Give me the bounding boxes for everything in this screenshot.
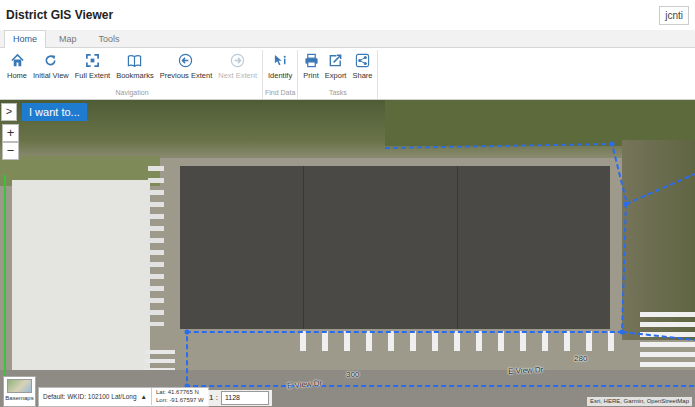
ribbon-group: Print Export Share Tasks	[298, 50, 378, 99]
ribbon-button-label: Identify	[268, 71, 292, 80]
ribbon-button-label: Export	[325, 71, 347, 80]
next-extent-icon	[218, 53, 257, 68]
roof-section	[457, 166, 611, 329]
ribbon-toolbar: Home Initial View Full Extent Bookmarks Prev…	[0, 48, 695, 100]
ribbon-button-label: Previous Extent	[160, 71, 213, 80]
street-label: E View Dr	[287, 377, 323, 392]
scale-control: 1 :1128	[206, 390, 272, 406]
ribbon-group-buttons: Home Initial View Full Extent Bookmarks Prev…	[4, 50, 260, 81]
street-label: E View Dr	[508, 364, 544, 378]
ribbon-button[interactable]: Identify	[265, 50, 295, 81]
ribbon-button[interactable]: Full Extent	[72, 50, 113, 81]
ribbon-button[interactable]: Export	[322, 50, 350, 81]
street-label: 300	[346, 369, 359, 381]
i-want-to-button[interactable]: I want to...	[22, 103, 87, 122]
ribbon-button-label: Next Extent	[218, 71, 257, 80]
tree-area	[622, 140, 695, 340]
latitude-readout: Lat: 41.67765 N	[156, 389, 204, 397]
ribbon-tab[interactable]: Home	[4, 30, 46, 48]
ribbon-group-label: Tasks	[300, 89, 375, 98]
coordinate-toggle[interactable]: ▲	[141, 392, 147, 402]
street-label: 280	[574, 353, 587, 365]
ribbon-button-label: Home	[7, 71, 27, 80]
ribbon-button: Next Extent	[215, 50, 260, 81]
coordinate-system: Default: WKID: 102100 Lat/Long	[43, 392, 137, 402]
map-attribution: Esri, HERE, Garmin, OpenStreetMap	[587, 397, 692, 406]
home-icon	[7, 53, 27, 68]
ribbon-button[interactable]: Home	[4, 50, 30, 81]
roof-section	[180, 166, 303, 329]
scale-input[interactable]: 1128	[221, 391, 269, 405]
bookmarks-icon	[116, 53, 154, 68]
ribbon-group-label: Find Data	[265, 89, 295, 98]
loading-trucks	[300, 331, 620, 351]
scale-prefix: 1 :	[209, 392, 218, 404]
ribbon-button[interactable]: Bookmarks	[113, 50, 157, 81]
roof-section	[303, 166, 457, 329]
basemaps-button[interactable]: Basemaps	[3, 376, 36, 407]
panel-toggle-button[interactable]: >	[1, 103, 17, 121]
full-extent-icon	[75, 53, 110, 68]
ribbon-group: Identify Find Data	[263, 50, 298, 99]
app-title: District GIS Viewer	[6, 6, 113, 24]
ribbon-tabs: HomeMapTools	[0, 30, 695, 48]
basemap-thumbnail-icon	[7, 379, 32, 393]
share-icon	[352, 53, 372, 68]
lat-long-readout: Lat: 41.67765 NLon: -91.67597 W	[151, 388, 208, 405]
coordinate-system-selector[interactable]: Default: WKID: 102100 Lat/Long ▲	[39, 392, 151, 402]
ribbon-tab[interactable]: Map	[50, 30, 86, 48]
ribbon-group: Home Initial View Full Extent Bookmarks Prev…	[2, 50, 263, 99]
longitude-readout: Lon: -91.67597 W	[156, 397, 204, 405]
ribbon-group-buttons: Identify	[265, 50, 295, 81]
ribbon-button[interactable]: Previous Extent	[157, 50, 216, 81]
zoom-in-button[interactable]: +	[2, 124, 19, 142]
ribbon-group-buttons: Print Export Share	[300, 50, 375, 81]
ribbon-button-label: Share	[352, 71, 372, 80]
ribbon-button[interactable]: Share	[349, 50, 375, 81]
previous-extent-icon	[160, 53, 213, 68]
header-bar: District GIS Viewer jcnti	[0, 0, 695, 30]
zoom-out-button[interactable]: −	[2, 142, 19, 160]
ribbon-group-label: Navigation	[4, 89, 260, 98]
map-view[interactable]: E View Dr E View Dr 280 300 > I want to...+− B…	[0, 100, 695, 407]
coordinates-panel: Default: WKID: 102100 Lat/Long ▲ Lat: 41.6…	[38, 387, 209, 407]
warehouse-roof	[180, 166, 610, 329]
ribbon-button-label: Print	[303, 71, 318, 80]
user-field[interactable]: jcnti	[659, 6, 689, 25]
basemaps-label: Basemaps	[5, 395, 33, 401]
ribbon-button-label: Bookmarks	[116, 71, 154, 80]
ribbon-button-label: Full Extent	[75, 71, 110, 80]
identify-icon	[268, 53, 292, 68]
ribbon-button-label: Initial View	[33, 71, 69, 80]
export-icon	[325, 53, 347, 68]
ribbon-button[interactable]: Initial View	[30, 50, 72, 81]
print-icon	[303, 53, 318, 68]
ribbon-tab[interactable]: Tools	[90, 30, 129, 48]
warehouse-roof	[12, 180, 150, 392]
initial-view-icon	[33, 53, 69, 68]
ribbon-button[interactable]: Print	[300, 50, 321, 81]
parked-cars	[148, 166, 164, 326]
